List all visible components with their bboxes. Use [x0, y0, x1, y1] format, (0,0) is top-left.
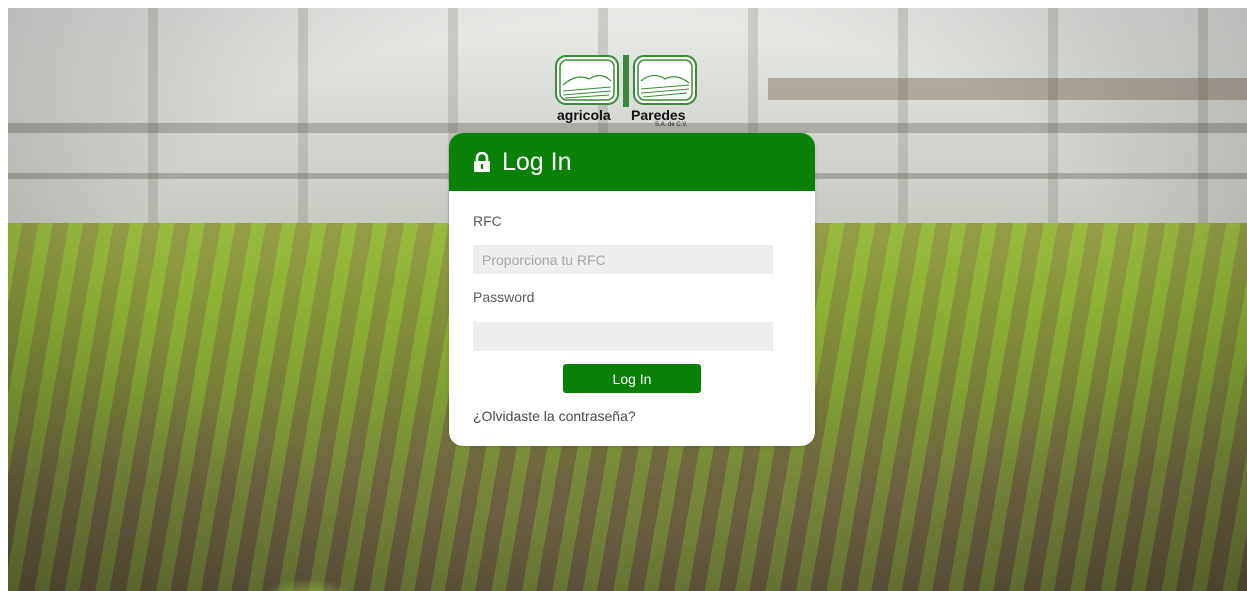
brand-name-right: Paredes [631, 107, 686, 123]
password-label: Password [473, 289, 535, 305]
logo-emblem [555, 55, 697, 107]
lock-icon [474, 152, 490, 172]
company-logo: agricola Paredes S.A. de C.V. [555, 55, 697, 131]
rfc-label: RFC [473, 213, 502, 229]
login-title: Log In [502, 147, 572, 176]
brand-name-left: agricola [557, 107, 611, 123]
brand-suffix: S.A. de C.V. [655, 122, 688, 128]
login-button[interactable]: Log In [563, 364, 701, 393]
password-input[interactable] [473, 322, 773, 351]
login-header: Log In [449, 133, 815, 191]
forgot-password-link[interactable]: ¿Olvidaste la contraseña? [473, 408, 636, 424]
rfc-input[interactable] [473, 245, 773, 274]
login-card: Log In RFC Password Log In ¿Olvidaste la… [449, 133, 815, 446]
